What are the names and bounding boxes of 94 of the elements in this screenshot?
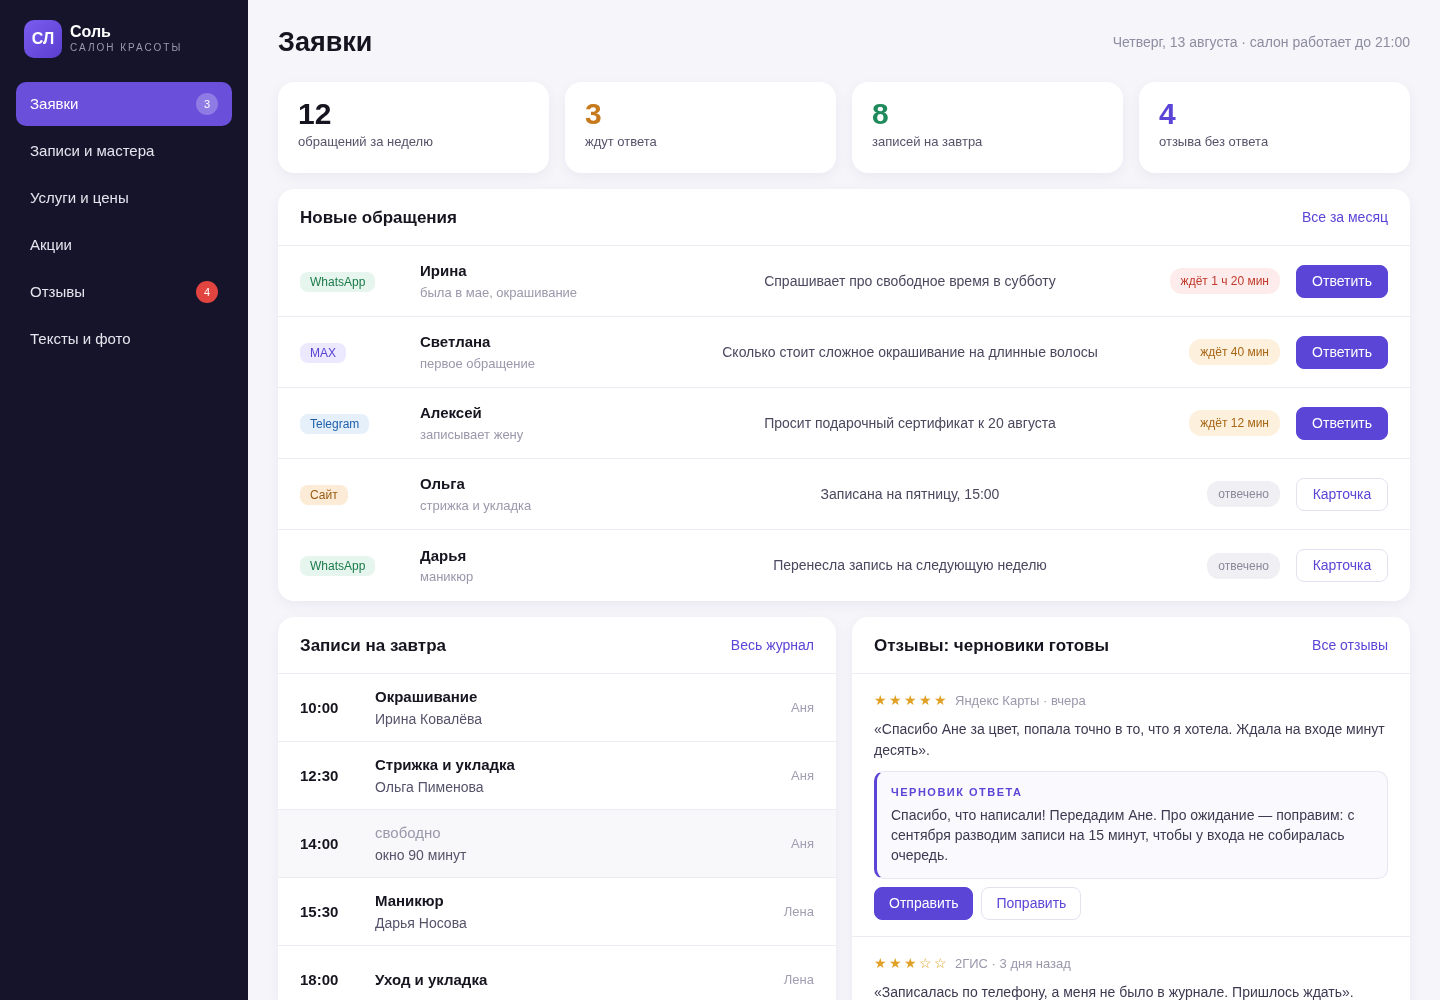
channel-tag: WhatsApp xyxy=(300,556,376,577)
master-name: Лена xyxy=(783,903,814,922)
client-name: Дарья Носова xyxy=(375,913,468,933)
card-title: Отзывы: черновики готовы xyxy=(874,634,1110,657)
client-name: Ольга Пименова xyxy=(375,777,485,797)
channel-tag: Сайт xyxy=(300,484,348,505)
master-name: Аня xyxy=(791,767,814,786)
client-name: окно 90 минут xyxy=(375,845,468,865)
stat-value: 8 xyxy=(872,96,890,133)
service-name: Окрашивание xyxy=(375,687,479,708)
card-title: Записи на завтра xyxy=(300,634,446,657)
appointment-time: 12:30 xyxy=(300,765,340,786)
client-note: стрижка и укладка xyxy=(420,496,533,515)
review-text: «Спасибо Ане за цвет, попала точно в то, что я хотела. Ждала на входе минут десять». xyxy=(874,720,1386,761)
status-tag: ждёт 40 мин xyxy=(1189,339,1280,366)
client-name: Светлана xyxy=(420,332,492,353)
client-note: маникюр xyxy=(420,568,475,587)
free-slot-label: свободно xyxy=(375,823,442,844)
client-name: Ирина xyxy=(420,261,468,282)
view-all-link[interactable]: Все отзывы xyxy=(1312,634,1388,656)
stat-label: ждут ответа xyxy=(585,133,658,152)
star-icon: ★ xyxy=(904,690,917,712)
draft-label: ЧЕРНОВИК ОТВЕТА xyxy=(891,785,1024,801)
reply-button[interactable]: Ответить xyxy=(1296,406,1388,440)
stat-label: записей на завтра xyxy=(872,133,984,152)
count-badge: 3 xyxy=(196,93,218,115)
stat-label: отзыва без ответа xyxy=(1159,133,1270,152)
draft-text: Спасибо, что написали! Передадим Ане. Про ожидание — поправим: с сентября разводим записи на 15 минут, чтобы у входа не собиралась очередь. xyxy=(891,805,1356,866)
send-button[interactable]: Отправить xyxy=(874,886,974,920)
empty-star-icon: ☆ xyxy=(919,952,932,974)
stat-value: 4 xyxy=(1159,96,1177,133)
client-name: Ольга xyxy=(420,474,466,495)
card-button[interactable]: Карточка xyxy=(1296,477,1388,511)
nav-item[interactable]: Заявки 3 xyxy=(16,82,232,126)
review-source: Яндекс Карты · вчера xyxy=(955,692,1086,711)
service-name: Уход и укладка xyxy=(375,969,489,990)
view-all-link[interactable]: Все за месяц xyxy=(1301,206,1388,228)
client-note: была в мае, окрашивание xyxy=(420,283,579,302)
master-name: Аня xyxy=(791,835,814,854)
status-tag: отвечено xyxy=(1207,481,1280,508)
request-message: Просит подарочный сертификат к 20 августа xyxy=(763,413,1057,433)
count-badge: 4 xyxy=(196,281,218,303)
reply-button[interactable]: Ответить xyxy=(1296,264,1388,298)
edit-button[interactable]: Поправить xyxy=(981,886,1082,920)
reply-button[interactable]: Ответить xyxy=(1296,335,1388,369)
status-tag: ждёт 1 ч 20 мин xyxy=(1169,268,1280,295)
client-name: Алексей xyxy=(420,403,483,424)
service-name: Стрижка и укладка xyxy=(375,755,516,776)
review-source: 2ГИС · 3 дня назад xyxy=(955,954,1071,973)
star-icon: ★ xyxy=(934,690,947,712)
request-message: Перенесла запись на следующую неделю xyxy=(772,556,1048,576)
page-title: Заявки xyxy=(278,26,373,59)
stat-label: обращений за неделю xyxy=(298,133,434,152)
star-icon: ★ xyxy=(889,690,902,712)
nav-item[interactable]: Тексты и фото xyxy=(16,317,232,361)
brand-subtitle: САЛОН КРАСОТЫ xyxy=(70,41,183,56)
nav-item[interactable]: Записи и мастера xyxy=(16,129,232,173)
request-message: Записана на пятницу, 15:00 xyxy=(819,484,1001,504)
logo-icon: СЛ xyxy=(24,20,62,58)
card-button[interactable]: Карточка xyxy=(1296,549,1388,583)
view-all-link[interactable]: Весь журнал xyxy=(730,634,814,656)
master-name: Аня xyxy=(791,699,814,718)
date-info: Четверг, 13 августа · салон работает до 21:00 xyxy=(1112,32,1410,52)
nav-item[interactable]: Акции xyxy=(16,223,232,267)
appointment-time: 10:00 xyxy=(300,697,340,718)
card-title: Новые обращения xyxy=(300,206,457,229)
client-name: Ирина Ковалёва xyxy=(375,709,484,729)
channel-tag: WhatsApp xyxy=(300,271,376,292)
status-tag: ждёт 12 мин xyxy=(1189,410,1280,437)
appointment-time: 14:00 xyxy=(300,833,340,854)
brand-name: Соль xyxy=(70,22,112,41)
channel-tag: Telegram xyxy=(300,413,370,434)
stat-value: 12 xyxy=(298,96,333,133)
client-name: Дарья xyxy=(420,545,468,566)
nav-item[interactable]: Отзывы 4 xyxy=(16,270,232,314)
channel-tag: MAX xyxy=(300,342,346,363)
star-icon: ★ xyxy=(874,690,887,712)
client-note: записывает жену xyxy=(420,425,525,444)
appointment-time: 18:00 xyxy=(300,969,340,990)
status-tag: отвечено xyxy=(1207,552,1280,579)
star-icon: ★ xyxy=(904,952,917,974)
request-message: Сколько стоит сложное окрашивание на длинные волосы xyxy=(721,342,1099,362)
empty-star-icon: ☆ xyxy=(934,952,947,974)
star-icon: ★ xyxy=(889,952,902,974)
star-icon: ★ xyxy=(919,690,932,712)
nav-item[interactable]: Услуги и цены xyxy=(16,176,232,220)
appointment-time: 15:30 xyxy=(300,901,340,922)
stat-value: 3 xyxy=(585,96,603,133)
service-name: Маникюр xyxy=(375,891,445,912)
client-note: первое обращение xyxy=(420,354,536,373)
request-message: Спрашивает про свободное время в субботу xyxy=(763,271,1057,291)
review-text: «Записалась по телефону, а меня не было в журнале. Пришлось ждать». xyxy=(874,982,1355,1000)
star-icon: ★ xyxy=(874,952,887,974)
master-name: Лена xyxy=(783,971,814,990)
